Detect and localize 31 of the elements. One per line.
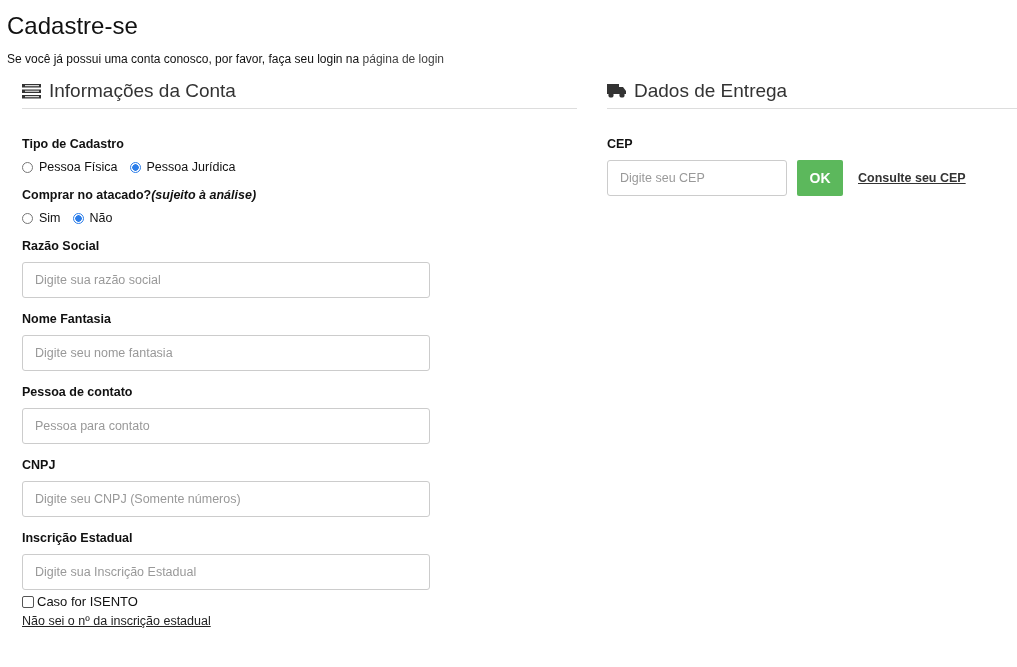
radio-label: Não xyxy=(89,211,113,225)
cep-field[interactable]: Digite seu CEP xyxy=(607,160,787,196)
input-field[interactable]: Digite sua Inscrição Estadual xyxy=(22,554,430,590)
field-label: Razão Social xyxy=(22,239,101,253)
lookup-link[interactable]: Consulte seu CEP xyxy=(858,171,966,185)
checkbox-label: Caso for ISENTO xyxy=(37,594,138,609)
section-heading: Dados de Entrega xyxy=(634,80,788,102)
field-label: Inscrição Estadual xyxy=(22,531,134,545)
input-field[interactable]: Digite sua razão social xyxy=(22,262,430,298)
radio-label: Sim xyxy=(39,211,61,225)
field-label: Tipo de Cadastro xyxy=(22,137,125,151)
checkbox[interactable] xyxy=(22,595,34,608)
field-label: CNPJ xyxy=(22,458,57,472)
section-heading: Informações da Conta xyxy=(49,80,236,102)
radio-button[interactable] xyxy=(129,161,141,173)
input-field[interactable]: Pessoa para contato xyxy=(22,408,430,444)
page-title: Cadastre-se xyxy=(7,12,139,40)
field-label: CEP xyxy=(607,137,634,151)
field-label: Nome Fantasia xyxy=(22,312,112,326)
help-link[interactable]: Não sei o nº da inscrição estadual xyxy=(22,614,211,628)
truck-icon xyxy=(607,84,626,98)
login-link[interactable]: página de login xyxy=(362,52,444,66)
radio-label: Pessoa Física xyxy=(39,160,118,174)
radio-label: Pessoa Jurídica xyxy=(146,160,236,174)
input-field[interactable]: Digite seu nome fantasia xyxy=(22,335,430,371)
list-icon xyxy=(22,83,41,99)
input-field[interactable]: Digite seu CNPJ (Somente números) xyxy=(22,481,430,517)
field-label: Pessoa de contato xyxy=(22,385,134,399)
field-label: Comprar no atacado?(sujeito à análise) xyxy=(22,188,258,202)
radio-button[interactable] xyxy=(72,212,84,224)
intro-text: Se você já possui uma conta conosco, por favor, faça seu login na xyxy=(7,52,360,66)
